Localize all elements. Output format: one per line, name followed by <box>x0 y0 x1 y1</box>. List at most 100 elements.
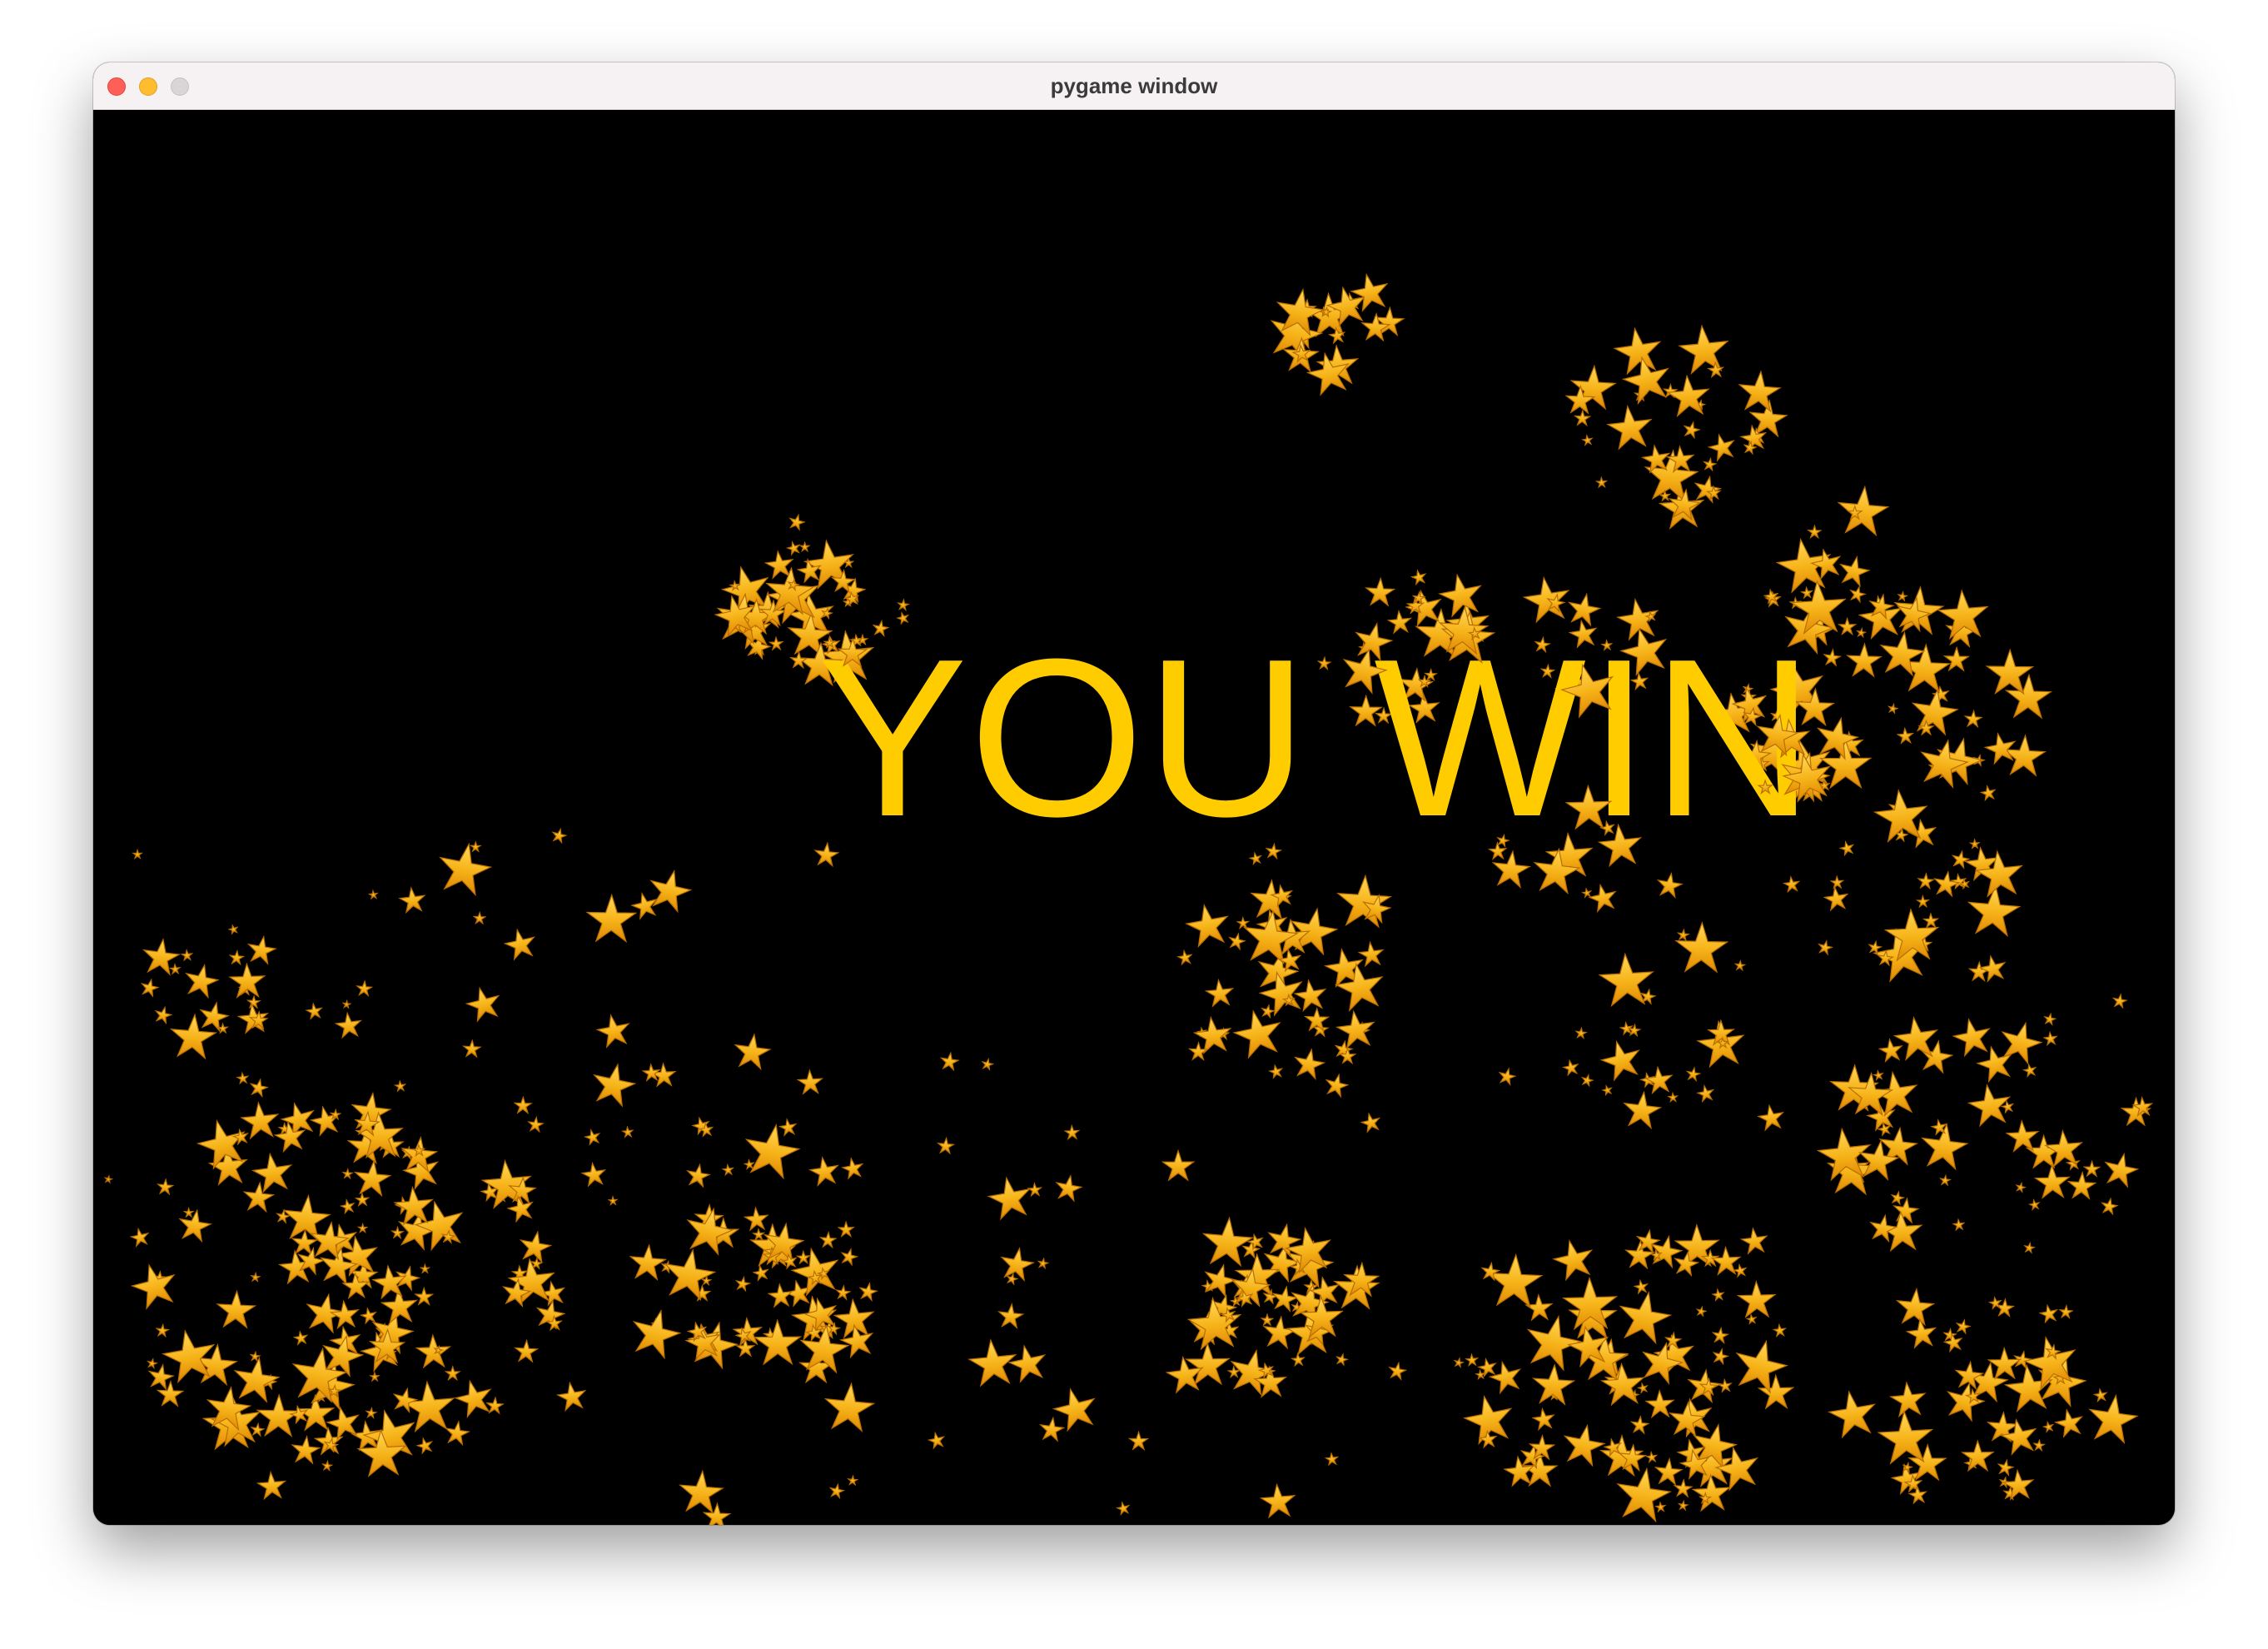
star-icon <box>1675 922 1728 972</box>
star-icon <box>685 1163 710 1187</box>
star-icon <box>982 1059 994 1070</box>
star-icon <box>1037 1258 1048 1268</box>
star-icon <box>1654 1457 1683 1485</box>
star-icon <box>1228 932 1246 949</box>
star-icon <box>1532 1363 1574 1404</box>
star-icon <box>997 1303 1024 1328</box>
star-icon <box>464 984 503 1023</box>
star-icon <box>518 1229 553 1263</box>
star-icon <box>128 1260 181 1311</box>
star-icon <box>829 1483 845 1498</box>
star-icon <box>998 1246 1035 1282</box>
star-icon <box>1962 1441 1993 1471</box>
star-icon <box>1532 1407 1555 1430</box>
star-icon <box>1981 785 1997 800</box>
star-icon <box>581 1162 607 1187</box>
star-icon <box>741 1120 803 1179</box>
star-icon <box>788 513 805 531</box>
star-icon <box>1560 1422 1607 1467</box>
star-icon <box>1261 1004 1275 1018</box>
star-icon <box>1983 730 2018 765</box>
star-icon <box>1602 1085 1613 1095</box>
star-icon <box>157 1381 183 1406</box>
star-icon <box>1656 1502 1666 1512</box>
star-icon <box>1951 1016 1993 1058</box>
star-icon <box>1683 421 1701 438</box>
star-icon <box>1712 1348 1729 1364</box>
star-icon <box>157 1179 173 1194</box>
star-icon <box>463 1040 480 1057</box>
star-icon <box>366 1407 376 1417</box>
star-icon <box>898 600 908 610</box>
star-icon <box>744 1207 768 1230</box>
star-icon <box>623 1127 634 1137</box>
star-icon <box>645 866 694 913</box>
star-icon <box>154 1005 173 1024</box>
star-icon <box>133 850 142 859</box>
star-icon <box>1360 1112 1382 1133</box>
star-icon <box>1697 1084 1715 1102</box>
star-icon <box>1189 1043 1207 1060</box>
star-icon <box>986 1174 1033 1220</box>
star-icon <box>1638 1382 1649 1392</box>
star-icon <box>182 962 220 999</box>
star-icon <box>1638 1338 1686 1386</box>
star-icon <box>1487 1253 1543 1307</box>
star-icon <box>798 1070 823 1094</box>
star-icon <box>595 1013 632 1049</box>
star-icon <box>1476 1370 1485 1378</box>
star-icon <box>1358 941 1384 966</box>
star-icon <box>356 1193 368 1206</box>
star-icon <box>1606 404 1654 450</box>
star-icon <box>1597 477 1607 487</box>
star-icon <box>474 913 485 924</box>
star-icon <box>231 1355 281 1403</box>
star-icon <box>361 1307 378 1323</box>
star-icon <box>1678 324 1730 375</box>
star-icon <box>1324 1073 1350 1098</box>
star-icon <box>369 890 377 899</box>
star-icon <box>249 1078 269 1097</box>
star-icon <box>768 1283 793 1308</box>
star-icon <box>838 1222 853 1236</box>
star-icon <box>343 1000 351 1008</box>
star-icon <box>1733 1264 1747 1278</box>
star-icon <box>251 1273 260 1281</box>
star-icon <box>246 934 276 964</box>
star-icon <box>2112 994 2127 1008</box>
star-icon <box>182 950 192 960</box>
star-icon <box>1944 647 1968 670</box>
star-icon <box>723 1164 734 1175</box>
star-icon <box>823 1382 875 1432</box>
star-icon <box>420 1265 429 1273</box>
star-icon <box>1889 1381 1927 1417</box>
star-icon <box>2067 1172 2096 1199</box>
star-icon <box>1951 849 1970 868</box>
star-icon <box>1667 374 1711 416</box>
star-icon <box>343 1169 352 1178</box>
star-icon <box>2044 1032 2057 1045</box>
star-icon <box>609 1197 617 1204</box>
star-icon <box>237 1073 249 1084</box>
star-icon <box>1335 1353 1348 1366</box>
star-icon <box>1630 1416 1649 1433</box>
star-icon <box>1686 1067 1700 1081</box>
star-icon <box>470 842 480 851</box>
star-icon <box>1648 1233 1684 1268</box>
star-icon <box>1917 896 1929 907</box>
star-icon <box>1454 1358 1464 1367</box>
star-icon <box>1873 1070 1883 1079</box>
star-icon <box>1703 458 1716 471</box>
title-bar[interactable]: pygame window <box>93 62 2175 110</box>
star-icon <box>216 1290 256 1328</box>
star-icon <box>1206 979 1235 1006</box>
star-icon <box>1735 960 1745 970</box>
star-icon <box>1582 435 1593 445</box>
game-canvas[interactable]: YOU WIN <box>93 110 2175 1525</box>
star-icon <box>1827 1388 1879 1439</box>
star-icon <box>330 1300 360 1328</box>
star-icon <box>754 1320 801 1364</box>
star-icon <box>2033 1440 2044 1451</box>
star-icon <box>1615 1288 1674 1345</box>
star-icon <box>840 1248 858 1266</box>
